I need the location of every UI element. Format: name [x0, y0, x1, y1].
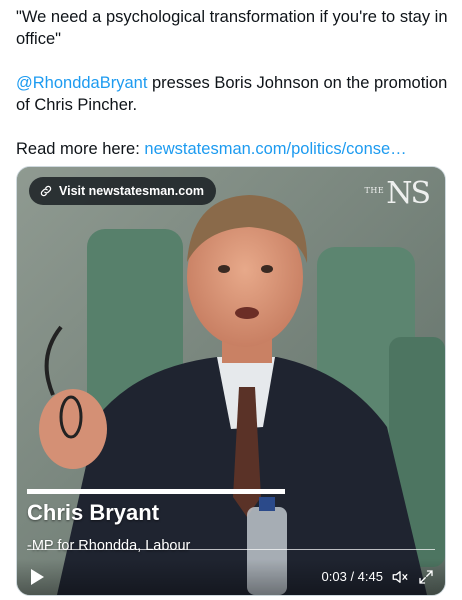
logo-large-text: NS — [386, 176, 431, 211]
article-link[interactable]: newstatesman.com/politics/conse… — [144, 140, 406, 158]
visit-site-button[interactable]: Visit newstatesman.com — [29, 177, 216, 205]
tweet-text: "We need a psychological transformation … — [16, 6, 452, 160]
lower-third: Chris Bryant -MP for Rhondda, Labour — [27, 489, 307, 554]
logo-small-text: THE — [364, 186, 385, 195]
new-statesman-logo: THE NS — [364, 176, 431, 211]
tweet-body: @RhonddaBryant presses Boris Johnson on … — [16, 72, 452, 116]
lower-third-rule — [27, 549, 435, 550]
read-more: Read more here: newstatesman.com/politic… — [16, 138, 452, 160]
read-more-label: Read more here: — [16, 140, 145, 158]
play-icon[interactable] — [29, 568, 45, 586]
tweet-quote: "We need a psychological transformation … — [16, 8, 448, 48]
video-timecode: 0:03 / 4:45 — [321, 569, 383, 584]
video-controls: 0:03 / 4:45 — [17, 559, 445, 595]
mention-link[interactable]: @RhonddaBryant — [16, 74, 147, 92]
video-player[interactable]: Visit newstatesman.com THE NS Chris Brya… — [16, 166, 446, 596]
fullscreen-icon[interactable] — [417, 568, 435, 586]
link-icon — [40, 185, 52, 197]
speaker-role: -MP for Rhondda, Labour — [27, 538, 191, 554]
lower-third-bar — [27, 489, 285, 494]
speaker-name: Chris Bryant — [27, 500, 160, 525]
visit-site-label: Visit newstatesman.com — [59, 184, 204, 198]
mute-icon[interactable] — [391, 568, 409, 586]
